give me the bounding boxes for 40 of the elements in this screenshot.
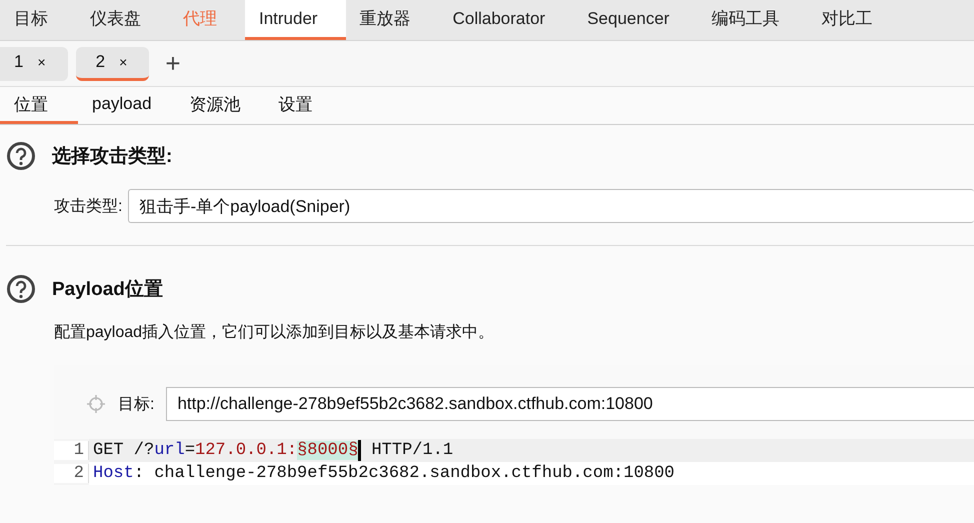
line-number: 2	[54, 464, 89, 483]
main-tab[interactable]: 编码工具	[697, 0, 808, 40]
code-text: HTTP/1.1	[370, 441, 454, 460]
close-icon[interactable]: ×	[119, 54, 128, 70]
help-icon[interactable]	[6, 141, 36, 171]
add-tab-button[interactable]: +	[157, 48, 188, 79]
code-text: GET /?	[93, 441, 154, 460]
tab-label: 1	[14, 52, 24, 72]
main-tab[interactable]: 仪表盘	[76, 0, 169, 40]
text-cursor	[358, 440, 362, 461]
sub-tab[interactable]: payload	[78, 87, 176, 124]
main-tab[interactable]: Sequencer	[573, 0, 698, 40]
main-tab[interactable]: 重放器	[346, 0, 439, 40]
main-tab[interactable]: Intruder	[245, 0, 346, 40]
target-field[interactable]: http://challenge-278b9ef55b2c3682.sandbox.ctfhub.com:10800	[166, 387, 974, 421]
code-text: : challenge-278b9ef55b2c3682.sandbox.ctfhub.com:10800	[134, 464, 675, 483]
field-label: 攻击类型:	[54, 196, 122, 216]
crosshair-icon	[86, 394, 106, 414]
code-key: url	[154, 441, 185, 460]
section-description: 配置payload插入位置，它们可以添加到目标以及基本请求中。	[53, 322, 496, 343]
sub-tab[interactable]: 设置	[264, 87, 337, 124]
main-tab[interactable]: 对比工	[807, 0, 900, 40]
line-number: 1	[54, 441, 89, 460]
sub-tab[interactable]: 资源池	[176, 87, 265, 124]
main-tab[interactable]: Collaborator	[438, 0, 574, 40]
code-key: Host	[93, 464, 134, 483]
sub-tab[interactable]: 位置	[0, 87, 78, 124]
close-icon[interactable]: ×	[37, 54, 46, 70]
tab-label: 2	[96, 52, 106, 72]
attack-type-dropdown[interactable]: 狙击手-单个payload(Sniper)	[128, 189, 974, 223]
field-label: 目标:	[118, 394, 154, 414]
code-value: 127.0.0.1:	[195, 441, 298, 460]
main-tab[interactable]: 目标	[0, 0, 76, 40]
payload-marker: §8000§	[297, 441, 358, 460]
section-heading: Payload位置	[52, 278, 163, 302]
attack-tab[interactable]: 1 ×	[0, 46, 68, 80]
code-text: =	[184, 441, 196, 460]
section-heading: 选择攻击类型:	[52, 145, 172, 169]
help-icon[interactable]	[6, 274, 36, 304]
attack-tab[interactable]: 2 ×	[76, 46, 150, 80]
